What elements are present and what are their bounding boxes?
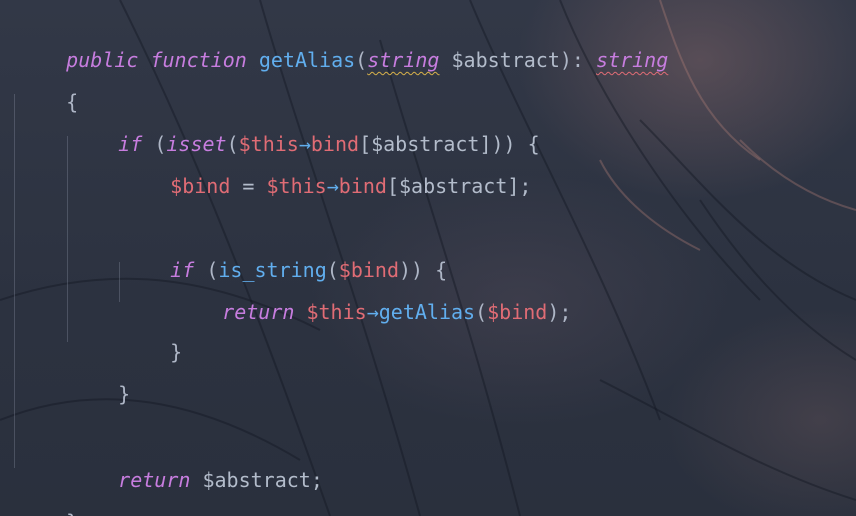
bind-variable: $bind: [487, 300, 548, 324]
return-colon: ):: [559, 48, 597, 72]
function-call-getalias: getAlias: [378, 300, 476, 324]
keyword-return: return: [118, 468, 191, 492]
code-line-7[interactable]: return $this→getAlias($bind);: [174, 267, 571, 324]
param-name: $abstract: [451, 48, 560, 72]
paren-open: (: [475, 300, 488, 324]
code-line-8[interactable]: }: [122, 307, 182, 364]
this-variable: $this: [266, 174, 327, 198]
arrow-operator: →: [326, 174, 339, 198]
keyword-return: return: [222, 300, 295, 324]
abstract-variable: $abstract;: [202, 468, 323, 492]
code-line-4[interactable]: $bind = $this→bind[$abstract];: [122, 141, 531, 198]
code-line-11[interactable]: return $abstract;: [70, 435, 323, 492]
bind-property: bind: [338, 174, 387, 198]
brace-close: }: [66, 510, 78, 516]
this-variable: $this: [306, 300, 367, 324]
paren-open: (: [355, 48, 368, 72]
code-line-12[interactable]: }: [18, 477, 78, 516]
code-line-6[interactable]: if (is_string($bind)) {: [122, 225, 447, 282]
function-name: getAlias: [258, 48, 356, 72]
brace-close: }: [118, 382, 131, 406]
bind-variable: $bind: [170, 174, 231, 198]
indent-guide: [14, 94, 15, 468]
code-line-9[interactable]: }: [70, 349, 130, 406]
arrow-operator: →: [366, 300, 379, 324]
brace-close: }: [170, 340, 183, 364]
return-type: string: [596, 48, 669, 72]
assign-operator: =: [230, 174, 267, 198]
code-line-3[interactable]: if (isset($this→bind[$abstract])) {: [70, 99, 540, 156]
code-editor[interactable]: public function getAlias(string $abstrac…: [0, 0, 856, 516]
keyword-function: function: [150, 48, 247, 72]
code-line-2[interactable]: {: [18, 57, 78, 114]
param-type: string: [367, 48, 440, 72]
indent-guide: [119, 262, 120, 302]
paren-close-semicolon: );: [547, 300, 572, 324]
indent-guide: [67, 136, 68, 342]
array-access: [$abstract];: [386, 174, 532, 198]
code-line-1[interactable]: public function getAlias(string $abstrac…: [18, 15, 668, 72]
